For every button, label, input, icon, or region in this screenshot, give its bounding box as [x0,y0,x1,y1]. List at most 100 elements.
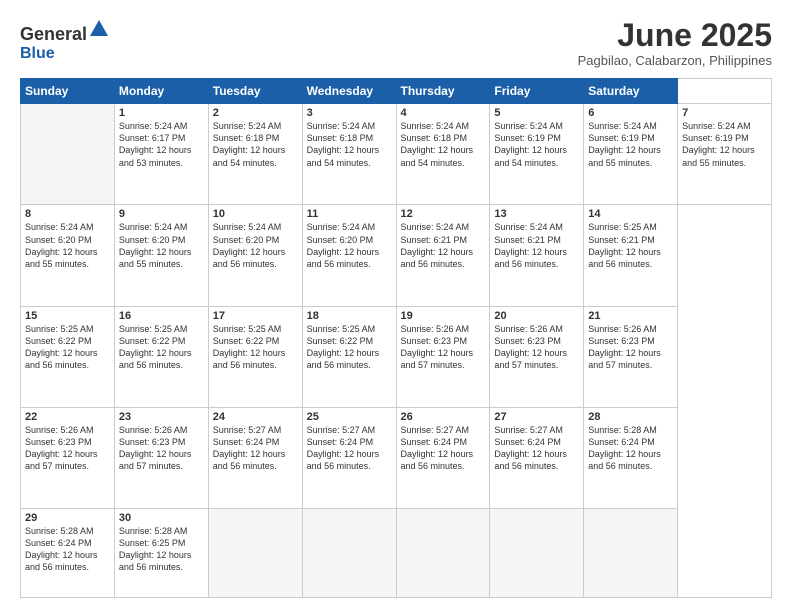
logo: General Blue [20,18,110,63]
day-number: 27 [494,411,579,423]
day-number: 5 [494,107,579,119]
day-info: Sunrise: 5:24 AMSunset: 6:21 PMDaylight:… [494,221,579,270]
day-info: Sunrise: 5:28 AMSunset: 6:24 PMDaylight:… [25,525,110,574]
week-row-1: 8Sunrise: 5:24 AMSunset: 6:20 PMDaylight… [21,205,772,306]
day-info: Sunrise: 5:27 AMSunset: 6:24 PMDaylight:… [494,424,579,473]
day-info: Sunrise: 5:24 AMSunset: 6:18 PMDaylight:… [213,120,298,169]
logo-general: General [20,18,110,45]
table-row: 9Sunrise: 5:24 AMSunset: 6:20 PMDaylight… [114,205,208,306]
table-row: 23Sunrise: 5:26 AMSunset: 6:23 PMDayligh… [114,407,208,508]
table-row [490,509,584,598]
table-row [396,509,490,598]
table-row: 24Sunrise: 5:27 AMSunset: 6:24 PMDayligh… [208,407,302,508]
day-info: Sunrise: 5:25 AMSunset: 6:22 PMDaylight:… [25,323,110,372]
table-row: 22Sunrise: 5:26 AMSunset: 6:23 PMDayligh… [21,407,115,508]
day-info: Sunrise: 5:24 AMSunset: 6:19 PMDaylight:… [588,120,673,169]
day-info: Sunrise: 5:25 AMSunset: 6:22 PMDaylight:… [307,323,392,372]
table-row: 10Sunrise: 5:24 AMSunset: 6:20 PMDayligh… [208,205,302,306]
day-info: Sunrise: 5:24 AMSunset: 6:17 PMDaylight:… [119,120,204,169]
day-number: 19 [401,310,486,322]
day-info: Sunrise: 5:25 AMSunset: 6:22 PMDaylight:… [213,323,298,372]
week-row-0: 1Sunrise: 5:24 AMSunset: 6:17 PMDaylight… [21,104,772,205]
table-row: 14Sunrise: 5:25 AMSunset: 6:21 PMDayligh… [584,205,678,306]
day-number: 16 [119,310,204,322]
day-number: 3 [307,107,392,119]
day-number: 20 [494,310,579,322]
day-number: 26 [401,411,486,423]
day-info: Sunrise: 5:24 AMSunset: 6:20 PMDaylight:… [119,221,204,270]
table-row [584,509,678,598]
day-info: Sunrise: 5:24 AMSunset: 6:21 PMDaylight:… [401,221,486,270]
table-row: 17Sunrise: 5:25 AMSunset: 6:22 PMDayligh… [208,306,302,407]
table-row: 1Sunrise: 5:24 AMSunset: 6:17 PMDaylight… [114,104,208,205]
day-number: 23 [119,411,204,423]
table-row: 29Sunrise: 5:28 AMSunset: 6:24 PMDayligh… [21,509,115,598]
day-number: 17 [213,310,298,322]
table-row: 7Sunrise: 5:24 AMSunset: 6:19 PMDaylight… [678,104,772,205]
day-info: Sunrise: 5:26 AMSunset: 6:23 PMDaylight:… [494,323,579,372]
table-row: 21Sunrise: 5:26 AMSunset: 6:23 PMDayligh… [584,306,678,407]
day-info: Sunrise: 5:24 AMSunset: 6:20 PMDaylight:… [307,221,392,270]
day-number: 11 [307,208,392,220]
day-info: Sunrise: 5:27 AMSunset: 6:24 PMDaylight:… [401,424,486,473]
day-number: 10 [213,208,298,220]
table-row: 2Sunrise: 5:24 AMSunset: 6:18 PMDaylight… [208,104,302,205]
col-wednesday: Wednesday [302,79,396,104]
day-info: Sunrise: 5:24 AMSunset: 6:18 PMDaylight:… [401,120,486,169]
day-number: 21 [588,310,673,322]
logo-blue: Blue [20,45,55,62]
table-row: 13Sunrise: 5:24 AMSunset: 6:21 PMDayligh… [490,205,584,306]
main-title: June 2025 [578,18,772,53]
table-row: 11Sunrise: 5:24 AMSunset: 6:20 PMDayligh… [302,205,396,306]
table-row [208,509,302,598]
day-number: 7 [682,107,767,119]
day-number: 9 [119,208,204,220]
title-block: June 2025 Pagbilao, Calabarzon, Philippi… [578,18,772,68]
table-row: 27Sunrise: 5:27 AMSunset: 6:24 PMDayligh… [490,407,584,508]
table-row [302,509,396,598]
week-row-2: 15Sunrise: 5:25 AMSunset: 6:22 PMDayligh… [21,306,772,407]
page: General Blue June 2025 Pagbilao, Calabar… [0,0,792,612]
table-row: 3Sunrise: 5:24 AMSunset: 6:18 PMDaylight… [302,104,396,205]
header-row: Sunday Monday Tuesday Wednesday Thursday… [21,79,772,104]
table-row: 5Sunrise: 5:24 AMSunset: 6:19 PMDaylight… [490,104,584,205]
table-row: 4Sunrise: 5:24 AMSunset: 6:18 PMDaylight… [396,104,490,205]
col-monday: Monday [114,79,208,104]
day-number: 24 [213,411,298,423]
day-number: 22 [25,411,110,423]
table-row: 12Sunrise: 5:24 AMSunset: 6:21 PMDayligh… [396,205,490,306]
day-info: Sunrise: 5:24 AMSunset: 6:19 PMDaylight:… [682,120,767,169]
day-number: 4 [401,107,486,119]
day-info: Sunrise: 5:26 AMSunset: 6:23 PMDaylight:… [119,424,204,473]
table-row [21,104,115,205]
table-row: 26Sunrise: 5:27 AMSunset: 6:24 PMDayligh… [396,407,490,508]
day-number: 25 [307,411,392,423]
week-row-4: 29Sunrise: 5:28 AMSunset: 6:24 PMDayligh… [21,509,772,598]
day-info: Sunrise: 5:24 AMSunset: 6:20 PMDaylight:… [25,221,110,270]
day-number: 28 [588,411,673,423]
col-sunday: Sunday [21,79,115,104]
table-row: 25Sunrise: 5:27 AMSunset: 6:24 PMDayligh… [302,407,396,508]
day-info: Sunrise: 5:26 AMSunset: 6:23 PMDaylight:… [25,424,110,473]
day-info: Sunrise: 5:28 AMSunset: 6:24 PMDaylight:… [588,424,673,473]
header: General Blue June 2025 Pagbilao, Calabar… [20,18,772,68]
week-row-3: 22Sunrise: 5:26 AMSunset: 6:23 PMDayligh… [21,407,772,508]
day-number: 14 [588,208,673,220]
day-info: Sunrise: 5:26 AMSunset: 6:23 PMDaylight:… [401,323,486,372]
table-row: 6Sunrise: 5:24 AMSunset: 6:19 PMDaylight… [584,104,678,205]
table-row: 8Sunrise: 5:24 AMSunset: 6:20 PMDaylight… [21,205,115,306]
day-number: 8 [25,208,110,220]
day-info: Sunrise: 5:24 AMSunset: 6:18 PMDaylight:… [307,120,392,169]
day-info: Sunrise: 5:24 AMSunset: 6:19 PMDaylight:… [494,120,579,169]
day-number: 1 [119,107,204,119]
day-number: 29 [25,512,110,524]
day-info: Sunrise: 5:27 AMSunset: 6:24 PMDaylight:… [213,424,298,473]
subtitle: Pagbilao, Calabarzon, Philippines [578,53,772,68]
day-info: Sunrise: 5:27 AMSunset: 6:24 PMDaylight:… [307,424,392,473]
day-number: 13 [494,208,579,220]
day-number: 18 [307,310,392,322]
day-info: Sunrise: 5:24 AMSunset: 6:20 PMDaylight:… [213,221,298,270]
day-info: Sunrise: 5:28 AMSunset: 6:25 PMDaylight:… [119,525,204,574]
day-number: 12 [401,208,486,220]
day-info: Sunrise: 5:26 AMSunset: 6:23 PMDaylight:… [588,323,673,372]
